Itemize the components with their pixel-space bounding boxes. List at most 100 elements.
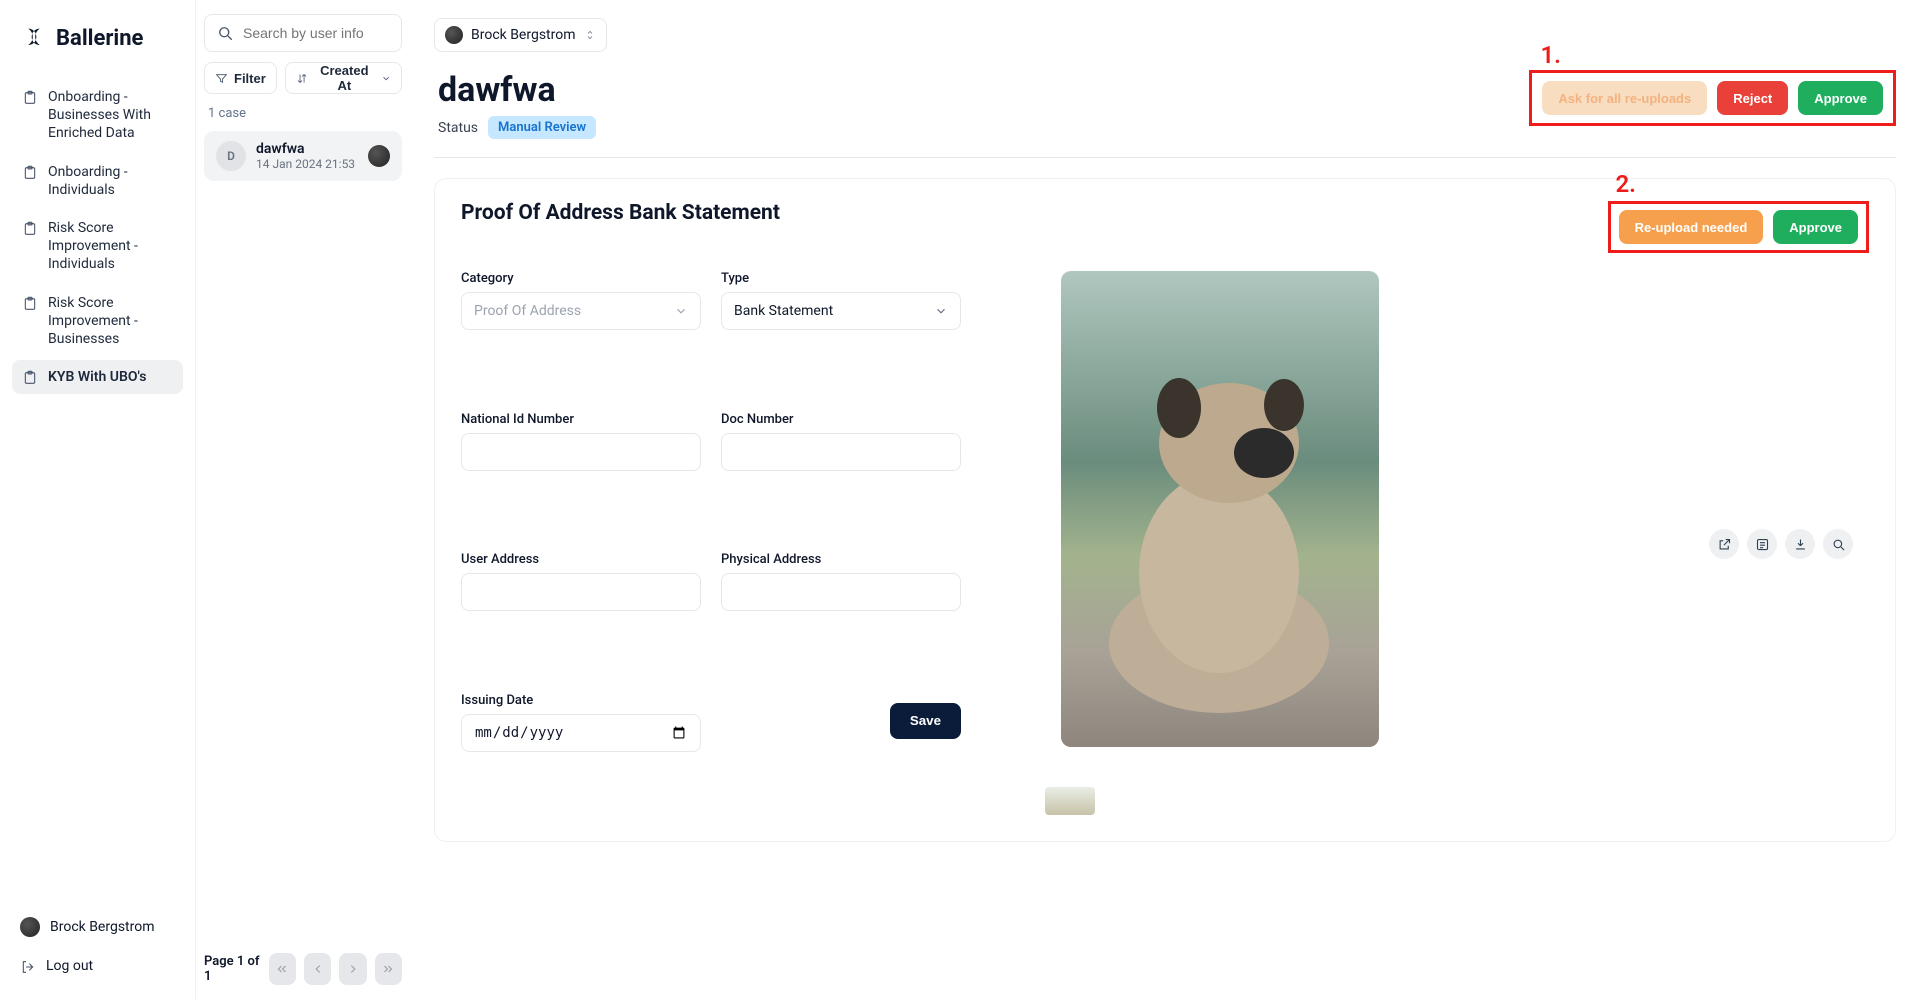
document-card: Proof Of Address Bank Statement 2. Re-up… (434, 178, 1896, 842)
issuing-date-input[interactable] (461, 714, 701, 752)
field-doc-number: Doc Number (721, 412, 961, 535)
avatar (20, 917, 40, 937)
download-icon (1793, 537, 1808, 552)
type-select[interactable]: Bank Statement (721, 292, 961, 330)
page-prev-button[interactable] (304, 953, 331, 985)
logout-button[interactable]: Log out (12, 951, 183, 981)
assignee-selector[interactable]: Brock Bergstrom (434, 18, 607, 52)
clipboard-icon (22, 221, 38, 237)
case-list-item[interactable]: D dawfwa 14 Jan 2024 21:53 (204, 131, 402, 181)
download-button[interactable] (1785, 529, 1815, 559)
document-image[interactable] (1061, 271, 1379, 747)
thumbnail[interactable] (1045, 787, 1095, 815)
sidebar-item-label: Risk Score Improvement - Businesses (48, 294, 173, 349)
current-user-name: Brock Bergstrom (50, 919, 155, 935)
field-label: Physical Address (721, 552, 961, 567)
main-content: Brock Bergstrom dawfwa Status Manual Rev… (410, 0, 1920, 999)
brand-name: Ballerine (56, 26, 143, 51)
field-type: Type Bank Statement (721, 271, 961, 394)
chevron-right-icon (346, 962, 360, 976)
page-first-button[interactable] (269, 953, 296, 985)
sidebar-nav: Onboarding - Businesses With Enriched Da… (12, 80, 183, 911)
reject-button[interactable]: Reject (1717, 81, 1788, 115)
case-date: 14 Jan 2024 21:53 (256, 157, 358, 171)
sidebar-bottom: Brock Bergstrom Log out (12, 911, 183, 981)
field-category: Category Proof Of Address (461, 271, 701, 394)
sidebar-item-label: KYB With UBO's (48, 368, 146, 386)
chevron-down-icon (934, 304, 948, 318)
logout-icon (20, 959, 36, 975)
brand-logo: Ballerine (12, 18, 183, 80)
current-user-row[interactable]: Brock Bergstrom (12, 911, 183, 943)
field-physical-address: Physical Address (721, 552, 961, 675)
document-approve-button[interactable]: Approve (1773, 210, 1858, 244)
document-image-column (1061, 271, 1379, 815)
chevron-down-icon (381, 73, 391, 84)
sort-label: Created At (314, 63, 375, 93)
sidebar-item-risk-businesses[interactable]: Risk Score Improvement - Businesses (12, 286, 183, 357)
field-label: Category (461, 271, 701, 286)
category-select[interactable]: Proof Of Address (461, 292, 701, 330)
filter-row: Filter Created At (204, 62, 402, 94)
sidebar-item-risk-individuals[interactable]: Risk Score Improvement - Individuals (12, 211, 183, 282)
divider (434, 157, 1896, 158)
ask-all-reuploads-button[interactable]: Ask for all re-uploads (1542, 81, 1707, 115)
physical-address-input[interactable] (721, 573, 961, 611)
zoom-button[interactable] (1823, 529, 1853, 559)
field-label: Type (721, 271, 961, 286)
document-form: Category Proof Of Address Type Bank Stat… (461, 271, 961, 815)
page-label: Page 1 of 1 (204, 954, 261, 984)
status-badge: Manual Review (488, 116, 596, 139)
select-value: Bank Statement (734, 303, 833, 319)
sidebar-item-onboarding-individuals[interactable]: Onboarding - Individuals (12, 155, 183, 207)
updown-icon (584, 29, 596, 41)
chevron-down-icon (674, 304, 688, 318)
sidebar-item-label: Risk Score Improvement - Individuals (48, 219, 173, 274)
national-id-input[interactable] (461, 433, 701, 471)
field-national-id: National Id Number (461, 412, 701, 535)
save-button[interactable]: Save (890, 703, 961, 739)
image-tool-row (1709, 529, 1853, 559)
page-next-button[interactable] (339, 953, 366, 985)
external-link-icon (1717, 537, 1732, 552)
page-title: dawfwa (438, 70, 1529, 110)
reupload-needed-button[interactable]: Re-upload needed (1619, 210, 1764, 244)
chevrons-left-icon (275, 962, 289, 976)
left-sidebar: Ballerine Onboarding - Businesses With E… (0, 0, 196, 999)
chevron-left-icon (311, 962, 325, 976)
filter-button[interactable]: Filter (204, 62, 277, 94)
sidebar-item-kyb-ubo[interactable]: KYB With UBO's (12, 360, 183, 394)
case-header: dawfwa Status Manual Review 1. Ask for a… (434, 70, 1896, 139)
filter-icon (215, 72, 228, 85)
case-count: 1 case (204, 104, 402, 121)
field-label: Doc Number (721, 412, 961, 427)
logout-label: Log out (46, 958, 93, 974)
chevrons-right-icon (381, 962, 395, 976)
select-value: Proof Of Address (474, 303, 581, 319)
image-thumbnails (1045, 787, 1379, 815)
annotation-callout-2: 2. (1615, 170, 1636, 198)
field-label: User Address (461, 552, 701, 567)
case-list-panel: Filter Created At 1 case D dawfwa 14 Jan… (196, 0, 410, 999)
status-label: Status (438, 120, 478, 136)
document-decision-actions: 2. Re-upload needed Approve (1608, 201, 1869, 253)
sort-button[interactable]: Created At (285, 62, 402, 94)
search-box (204, 14, 402, 52)
assignee-name: Brock Bergstrom (471, 27, 576, 43)
clipboard-icon (22, 296, 38, 312)
approve-button[interactable]: Approve (1798, 81, 1883, 115)
clipboard-icon (22, 165, 38, 181)
ocr-button[interactable] (1747, 529, 1777, 559)
sidebar-item-onboarding-businesses[interactable]: Onboarding - Businesses With Enriched Da… (12, 80, 183, 151)
filter-label: Filter (234, 71, 266, 86)
pagination-row: Page 1 of 1 (204, 953, 402, 985)
case-initial-avatar: D (216, 141, 246, 171)
field-label: Issuing Date (461, 693, 701, 708)
open-external-button[interactable] (1709, 529, 1739, 559)
user-address-input[interactable] (461, 573, 701, 611)
page-last-button[interactable] (375, 953, 402, 985)
clipboard-icon (22, 90, 38, 106)
brand-mark-icon (20, 24, 48, 52)
doc-number-input[interactable] (721, 433, 961, 471)
case-decision-actions: 1. Ask for all re-uploads Reject Approve (1529, 70, 1896, 126)
